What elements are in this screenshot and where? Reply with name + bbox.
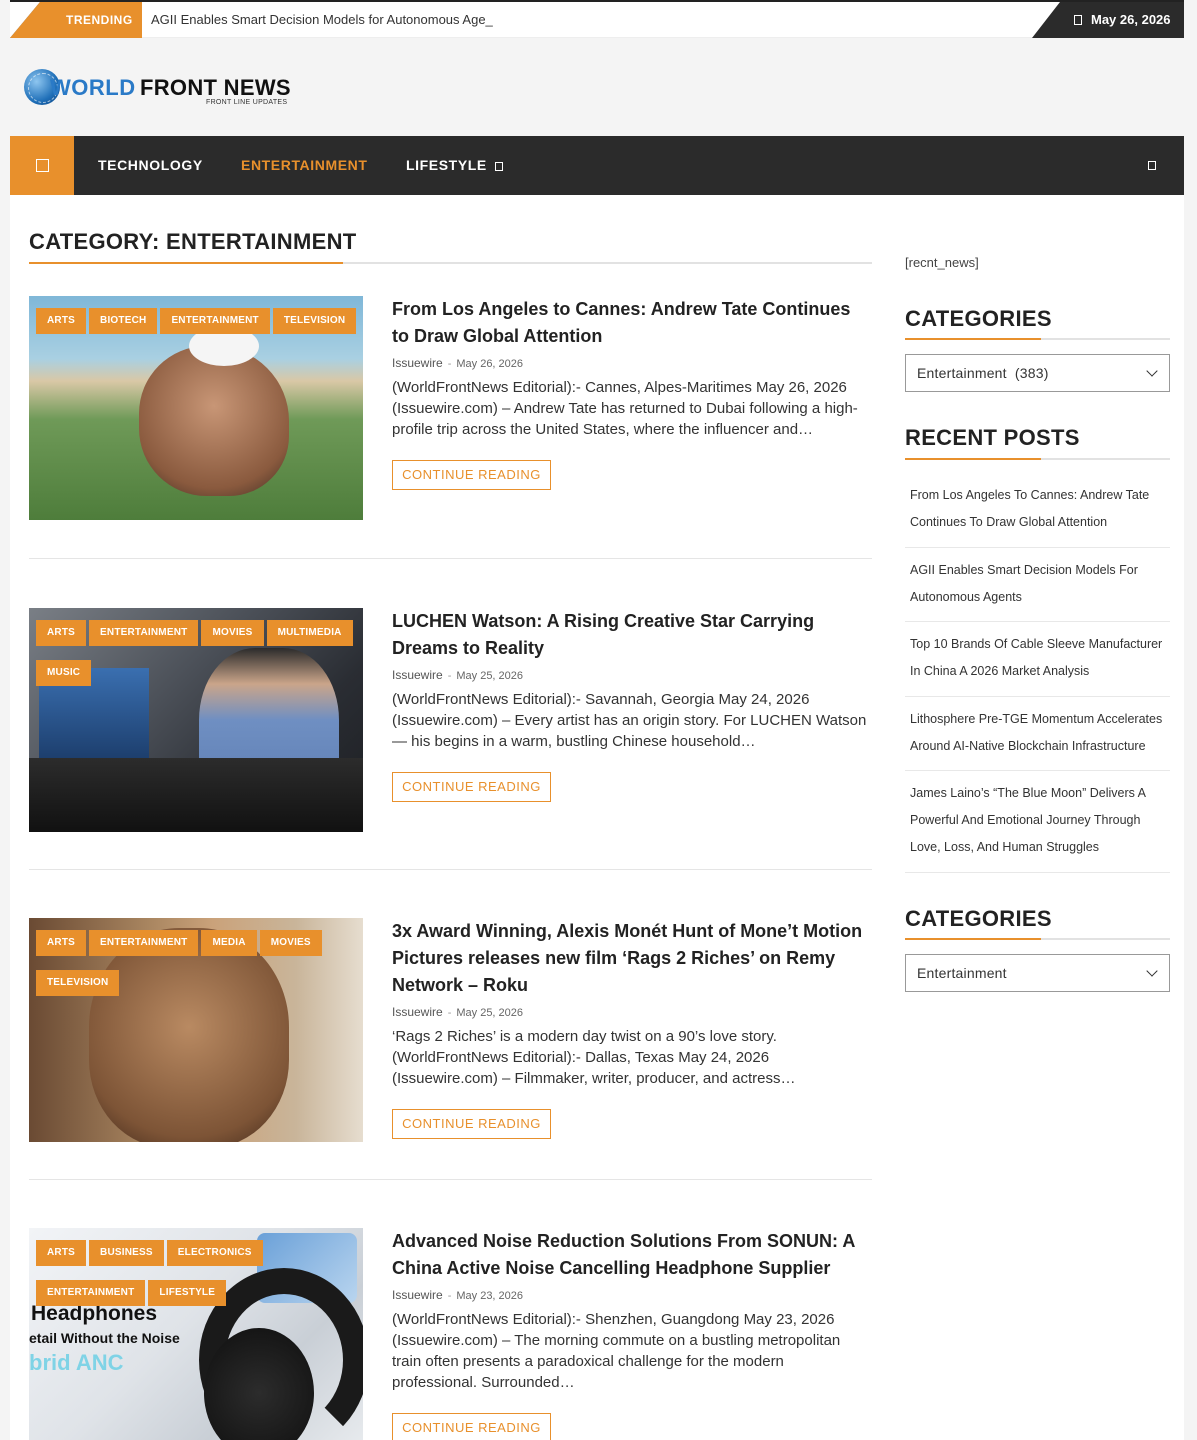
categories-divider-2 [905,938,1170,940]
post-body: LUCHEN Watson: A Rising Creative Star Ca… [392,608,872,802]
nav-item-lifestyle[interactable]: LIFESTYLE [406,136,503,195]
nav-item-entertainment[interactable]: ENTERTAINMENT [241,136,368,195]
calendar-icon [1074,15,1082,25]
home-button[interactable] [10,136,74,195]
post-meta: Issuewire - May 25, 2026 [392,1005,872,1019]
header: WORLD FRONT NEWS FRONT LINE UPDATES [10,38,1184,136]
meta-separator: - [447,1007,452,1019]
post-author[interactable]: Issuewire [392,1288,443,1302]
recent-post-divider [905,621,1170,622]
categories-select[interactable]: Entertainment (383) [905,354,1170,392]
main-nav: TECHNOLOGY ENTERTAINMENT LIFESTYLE [10,136,1184,195]
meta-separator: - [447,358,452,370]
home-icon [36,159,49,172]
date-box: May 26, 2026 [1032,2,1184,38]
dropdown-caret-icon [494,162,503,171]
recent-posts-title: RECENT POSTS [905,425,1080,450]
post-title-link[interactable]: Advanced Noise Reduction Solutions From … [392,1228,872,1282]
recent-post-link[interactable]: James Laino’s “The Blue Moon” Delivers A… [905,780,1170,861]
post-divider [29,869,872,870]
categories-title: CATEGORIES [905,306,1052,331]
post-tags: ARTS BIOTECH ENTERTAINMENT TELEVISION [36,308,366,348]
meta-separator: - [447,670,452,682]
recent-post-link[interactable]: Top 10 Brands Of Cable Sleeve Manufactur… [905,631,1170,685]
post-date: May 25, 2026 [456,670,524,682]
post-divider [29,558,872,559]
trending-label: TRENDING [10,2,142,38]
post-tags: ARTS ENTERTAINMENT MOVIES MULTIMEDIAMUSIC [36,620,366,700]
recent-post-divider [905,770,1170,771]
post-excerpt: (WorldFrontNews Editorial):- Cannes, Alp… [392,379,858,438]
post-thumbnail[interactable] [36,930,370,1154]
categories-title-2: CATEGORIES [905,906,1052,931]
recent-news-shortcode: [recnt_news] [905,255,979,270]
recent-post-link[interactable]: Lithosphere Pre-TGE Momentum Accelerates… [905,706,1170,760]
search-icon[interactable] [1148,161,1156,170]
top-bar: TRENDING AGII Enables Smart Decision Mod… [10,0,1184,38]
post-tags: ARTS BUSINESS ELECTRONICSENTERTAINMENT LIFE… [36,1240,366,1320]
site-logo[interactable]: WORLD FRONT NEWS FRONT LINE UPDATES [24,69,294,109]
post-title-link[interactable]: From Los Angeles to Cannes: Andrew Tate … [392,296,872,350]
post-author[interactable]: Issuewire [392,1005,443,1019]
post-date: May 23, 2026 [456,1290,524,1302]
recent-post-divider [905,696,1170,697]
continue-reading-button[interactable]: CONTINUE READING [392,1109,551,1139]
categories-divider [905,338,1170,340]
post-author[interactable]: Issuewire [392,668,443,682]
chevron-down-icon [1146,365,1158,377]
recent-posts-divider [905,458,1170,460]
continue-reading-button[interactable]: CONTINUE READING [392,772,551,802]
post-divider [29,1179,872,1180]
nav-item-lifestyle-label: LIFESTYLE [406,157,487,173]
trending-headline-link[interactable]: AGII Enables Smart Decision Models for A… [151,2,493,38]
page: TRENDING AGII Enables Smart Decision Mod… [10,0,1184,1440]
nav-item-technology[interactable]: TECHNOLOGY [98,136,203,195]
post-meta: Issuewire - May 23, 2026 [392,1288,872,1302]
continue-reading-button[interactable]: CONTINUE READING [392,1413,551,1440]
post-excerpt: (WorldFrontNews Editorial):- Shenzhen, G… [392,1311,841,1391]
chevron-down-icon [1146,965,1158,977]
logo-word-front-news: FRONT NEWS [140,75,291,100]
post-date: May 26, 2026 [456,358,524,370]
recent-post-divider [905,547,1170,548]
post-body: From Los Angeles to Cannes: Andrew Tate … [392,296,872,490]
logo-tagline: FRONT LINE UPDATES [206,99,288,106]
recent-post-link[interactable]: AGII Enables Smart Decision Models For A… [905,557,1170,611]
post-body: Advanced Noise Reduction Solutions From … [392,1228,872,1440]
post-title-link[interactable]: LUCHEN Watson: A Rising Creative Star Ca… [392,608,872,662]
post-date: May 25, 2026 [456,1007,524,1019]
categories-select-2[interactable]: Entertainment [905,954,1170,992]
post-tags: ARTS ENTERTAINMENT MEDIA MOVIESTELEVISION [36,930,366,1010]
post-thumbnail[interactable] [36,620,370,844]
post-thumbnail[interactable] [36,1240,370,1440]
recent-post-link[interactable]: From Los Angeles To Cannes: Andrew Tate … [905,482,1170,536]
recent-post-divider [905,872,1170,873]
categories-select-value: Entertainment (383) [917,365,1049,381]
logo-word-world: WORLD [50,75,136,100]
continue-reading-button[interactable]: CONTINUE READING [392,460,551,490]
categories-select-2-value: Entertainment [917,965,1007,981]
heading-divider [29,262,872,264]
post-meta: Issuewire - May 25, 2026 [392,668,872,682]
post-body: 3x Award Winning, Alexis Monét Hunt of M… [392,918,872,1139]
post-title-link[interactable]: 3x Award Winning, Alexis Monét Hunt of M… [392,918,872,999]
page-title: CATEGORY: ENTERTAINMENT [29,229,357,254]
post-excerpt: ‘Rags 2 Riches’ is a modern day twist on… [392,1028,796,1087]
post-meta: Issuewire - May 26, 2026 [392,356,872,370]
post-author[interactable]: Issuewire [392,356,443,370]
post-thumbnail[interactable] [36,308,370,532]
post-excerpt: (WorldFrontNews Editorial):- Savannah, G… [392,691,867,750]
current-date: May 26, 2026 [1091,12,1171,27]
meta-separator: - [447,1290,452,1302]
